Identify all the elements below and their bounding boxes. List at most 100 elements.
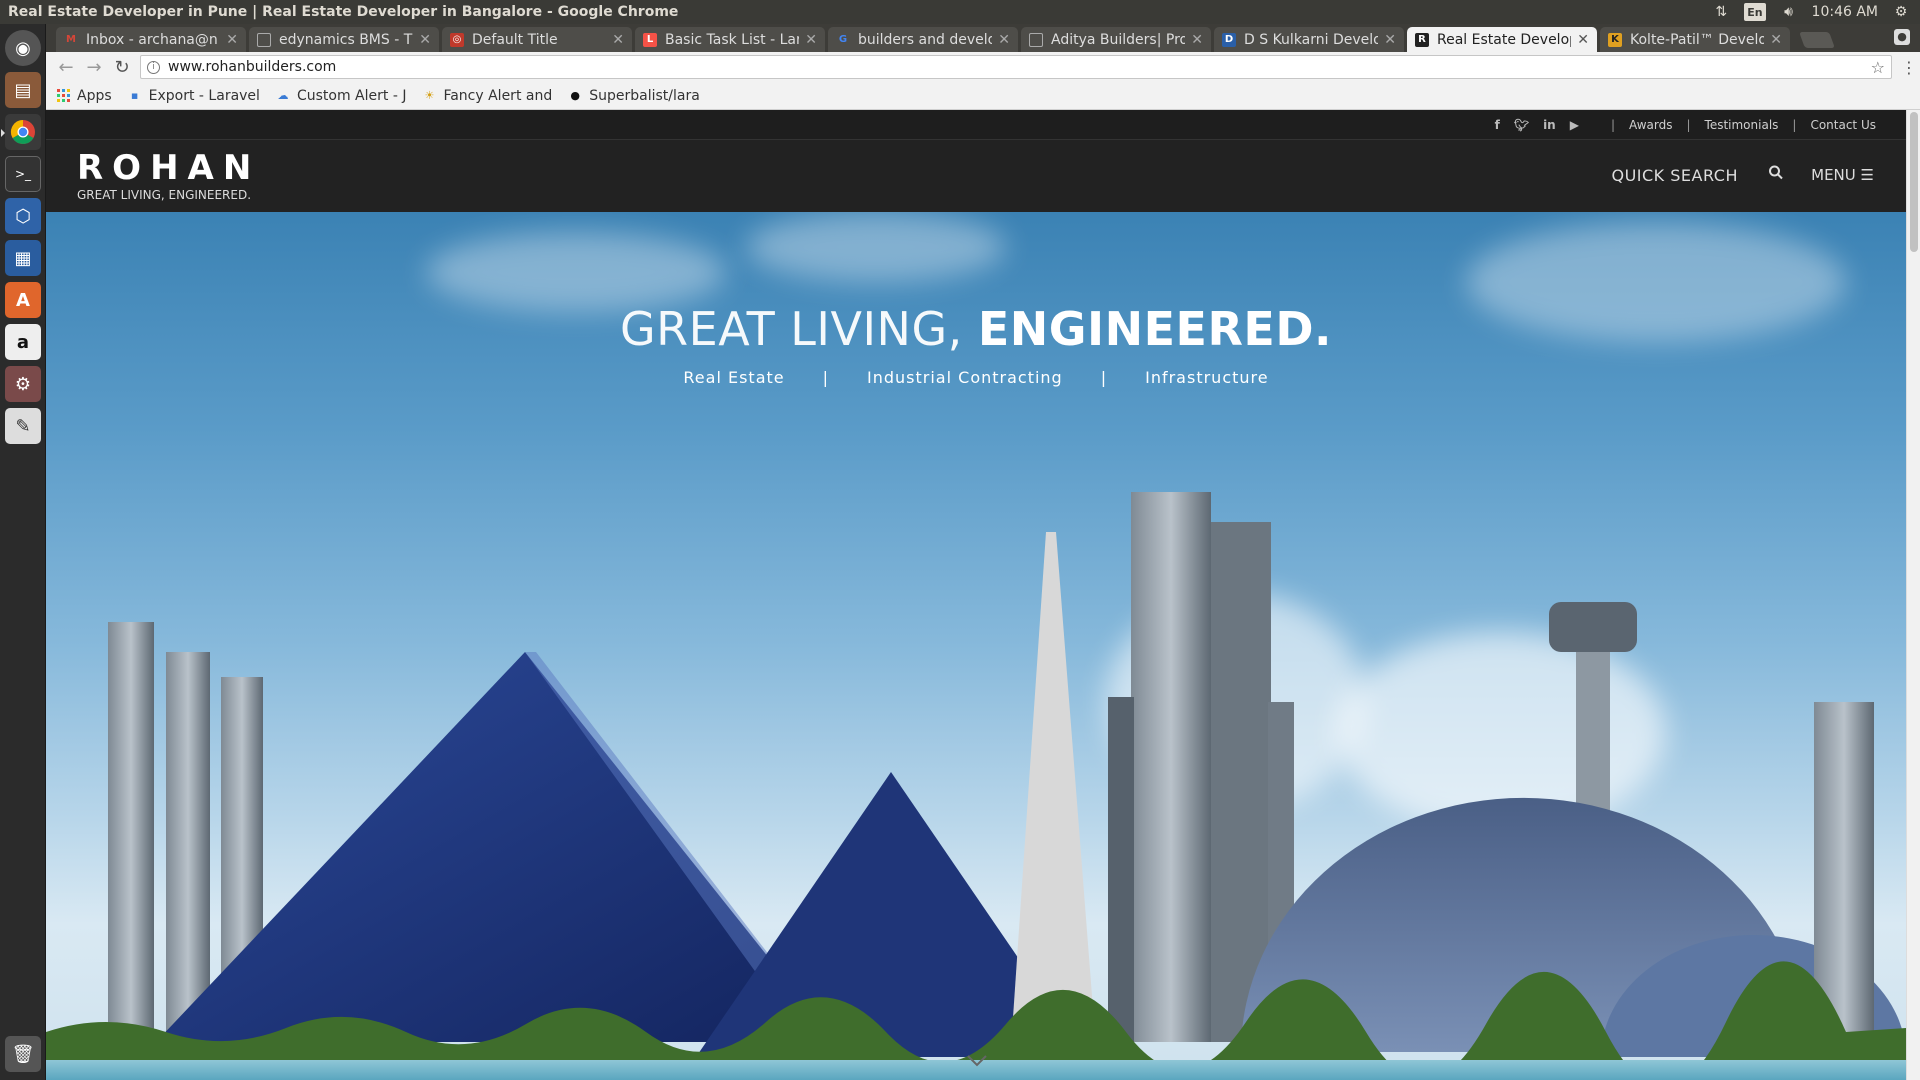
- back-arrow-icon[interactable]: ←: [52, 57, 80, 78]
- bookmark-fancy-alert[interactable]: ☀ Fancy Alert and: [422, 87, 553, 104]
- close-icon[interactable]: ✕: [612, 32, 624, 48]
- hero-divisions: Real Estate | Industrial Contracting | I…: [46, 368, 1906, 387]
- dsk-icon: D: [1222, 32, 1236, 47]
- bookmark-export-laravel[interactable]: ▪ Export - Laravel: [128, 88, 260, 104]
- residential-tower: [108, 622, 154, 1042]
- address-bar[interactable]: i www.rohanbuilders.com ☆: [140, 55, 1892, 79]
- bookmark-superbalist[interactable]: ● Superbalist/lara: [568, 88, 699, 104]
- page-scrollbar[interactable]: [1906, 110, 1920, 1080]
- close-icon[interactable]: ✕: [1770, 32, 1782, 48]
- site-header: ROHAN GREAT LIVING, ENGINEERED. QUICK SE…: [46, 140, 1906, 212]
- network-icon[interactable]: ⇅: [1712, 3, 1730, 21]
- divider: |: [1792, 117, 1797, 132]
- divider: |: [1686, 117, 1691, 132]
- logo-tagline: GREAT LIVING, ENGINEERED.: [77, 188, 252, 202]
- red-square-icon: ◎: [450, 32, 464, 47]
- skyline-illustration: [46, 492, 1906, 1080]
- close-icon[interactable]: ✕: [1191, 32, 1203, 48]
- profile-icon[interactable]: ●: [1894, 29, 1910, 45]
- site-logo[interactable]: ROHAN GREAT LIVING, ENGINEERED.: [77, 148, 260, 202]
- tab-rohan-active[interactable]: R Real Estate Develop ✕: [1407, 27, 1597, 52]
- close-icon[interactable]: ✕: [419, 32, 431, 48]
- close-icon[interactable]: ✕: [998, 32, 1010, 48]
- testimonials-link[interactable]: Testimonials: [1705, 118, 1779, 132]
- awards-link[interactable]: Awards: [1629, 118, 1672, 132]
- system-settings-icon[interactable]: ⚙: [5, 366, 41, 402]
- new-tab-button[interactable]: [1799, 32, 1835, 48]
- divider: |: [822, 368, 830, 387]
- system-tray: ⇅ En 🔊︎ 10:46 AM ⚙: [1712, 3, 1920, 21]
- export-icon: ▪: [130, 89, 139, 102]
- division-industrial-contracting[interactable]: Industrial Contracting: [867, 368, 1063, 387]
- os-top-panel: Real Estate Developer in Pune | Real Est…: [0, 0, 1920, 24]
- bookmark-star-icon[interactable]: ☆: [1871, 58, 1885, 77]
- hamburger-icon: ☰: [1860, 166, 1874, 184]
- terminal-icon[interactable]: >_: [5, 156, 41, 192]
- volume-icon[interactable]: 🔊︎: [1780, 3, 1798, 21]
- url-text[interactable]: www.rohanbuilders.com: [168, 59, 336, 75]
- reload-icon[interactable]: ↻: [108, 57, 136, 78]
- tab-aditya-builders[interactable]: Aditya Builders| Pro ✕: [1021, 27, 1211, 52]
- chrome-window: M Inbox - archana@n ✕ edynamics BMS - Th…: [46, 24, 1920, 1080]
- bookmark-apps[interactable]: Apps: [56, 88, 112, 104]
- hero-title-light: GREAT LIVING,: [620, 302, 978, 356]
- youtube-icon[interactable]: ▶: [1570, 118, 1579, 132]
- quick-search-button[interactable]: QUICK SEARCH: [1611, 166, 1738, 185]
- files-icon[interactable]: ▤: [5, 72, 41, 108]
- rohan-icon: R: [1415, 32, 1429, 47]
- twitter-icon[interactable]: 🐦︎: [1514, 118, 1529, 132]
- tab-ds-kulkarni[interactable]: D D S Kulkarni Develo ✕: [1214, 27, 1404, 52]
- tab-default-title[interactable]: ◎ Default Title ✕: [442, 27, 632, 52]
- scrollbar-thumb[interactable]: [1910, 112, 1918, 252]
- software-center-icon[interactable]: A: [5, 282, 41, 318]
- tab-title: Real Estate Develop: [1437, 31, 1572, 48]
- site-top-bar: f 🐦︎ in ▶ | Awards | Testimonials | Cont…: [46, 110, 1906, 140]
- github-icon: ●: [570, 89, 581, 102]
- writer-icon[interactable]: ▦: [5, 240, 41, 276]
- keyboard-language-indicator[interactable]: En: [1744, 3, 1766, 21]
- trash-icon[interactable]: 🗑︎: [5, 1036, 41, 1072]
- tab-basic-task-list[interactable]: L Basic Task List - Lar ✕: [635, 27, 825, 52]
- bookmark-custom-alert[interactable]: ☁ Custom Alert - J: [276, 88, 406, 104]
- scroll-down-chevron-icon[interactable]: [966, 1054, 988, 1068]
- forward-arrow-icon[interactable]: →: [80, 57, 108, 78]
- info-icon[interactable]: i: [147, 60, 160, 74]
- cloud-decoration: [426, 232, 726, 312]
- hero-banner: GREAT LIVING, ENGINEERED. Real Estate | …: [46, 212, 1906, 1080]
- tab-google-search[interactable]: G builders and develo ✕: [828, 27, 1018, 52]
- amazon-icon[interactable]: a: [5, 324, 41, 360]
- menu-button[interactable]: MENU ☰: [1811, 166, 1874, 184]
- logo-wordmark: ROHAN: [77, 148, 261, 188]
- facebook-icon[interactable]: f: [1495, 118, 1500, 132]
- chrome-icon[interactable]: [1, 114, 41, 150]
- close-icon[interactable]: ✕: [805, 32, 817, 48]
- page-icon: [1029, 32, 1043, 47]
- settings-gear-icon[interactable]: ⚙: [1892, 3, 1910, 21]
- bookmark-label: Export - Laravel: [148, 87, 260, 104]
- tab-kolte-patil[interactable]: K Kolte-Patil™ Develo ✕: [1600, 27, 1790, 52]
- sun-icon: ☀: [424, 89, 435, 102]
- chrome-menu-icon[interactable]: ⋮: [1898, 58, 1920, 77]
- menu-label: MENU: [1811, 166, 1856, 184]
- search-icon[interactable]: [1768, 164, 1784, 182]
- division-real-estate[interactable]: Real Estate: [683, 368, 784, 387]
- tab-edynamics[interactable]: edynamics BMS - Th ✕: [249, 27, 439, 52]
- social-links: f 🐦︎ in ▶: [1495, 118, 1579, 132]
- text-editor-icon[interactable]: ✎: [5, 408, 41, 444]
- virtualbox-icon[interactable]: ⬡: [5, 198, 41, 234]
- tab-gmail[interactable]: M Inbox - archana@n ✕: [56, 27, 246, 52]
- contact-us-link[interactable]: Contact Us: [1810, 118, 1876, 132]
- spire-tower: [1011, 532, 1096, 1047]
- gmail-icon: M: [66, 34, 76, 45]
- linkedin-icon[interactable]: in: [1543, 118, 1556, 132]
- close-icon[interactable]: ✕: [1384, 32, 1396, 48]
- tab-title: D S Kulkarni Develo: [1244, 31, 1379, 48]
- page-icon: [257, 32, 271, 47]
- dash-home-icon[interactable]: ◉: [5, 30, 41, 66]
- division-infrastructure[interactable]: Infrastructure: [1145, 368, 1268, 387]
- google-icon: G: [838, 34, 848, 45]
- close-icon[interactable]: ✕: [226, 32, 238, 48]
- clock[interactable]: 10:46 AM: [1812, 4, 1878, 20]
- close-icon[interactable]: ✕: [1577, 32, 1589, 48]
- bookmark-label: Fancy Alert and: [443, 87, 553, 104]
